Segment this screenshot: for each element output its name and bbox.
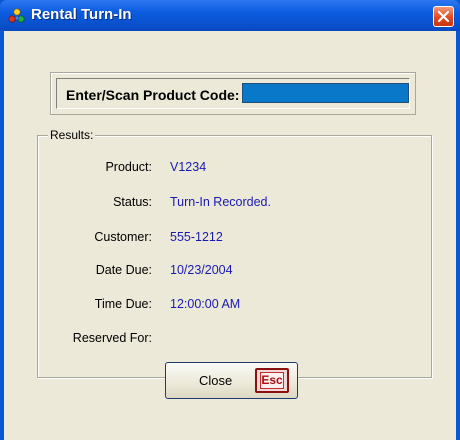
scan-label: Enter/Scan Product Code:: [66, 87, 240, 103]
esc-key-label: Esc: [260, 372, 284, 389]
status-value: Turn-In Recorded.: [170, 195, 271, 209]
close-button[interactable]: Close Esc: [165, 362, 298, 399]
product-value: V1234: [170, 160, 207, 174]
date-due-value: 10/23/2004: [170, 263, 233, 277]
app-icon: [8, 8, 26, 24]
rental-turn-in-window: Rental Turn-In Enter/Scan Product Code: …: [0, 0, 460, 440]
dialog-body: Enter/Scan Product Code: Results: Produc…: [4, 31, 456, 440]
x-close-icon: [438, 11, 449, 22]
window-close-button[interactable]: [433, 6, 454, 27]
window-title: Rental Turn-In: [31, 6, 132, 23]
time-due-label: Time Due:: [94, 297, 152, 311]
customer-value: 555-1212: [170, 230, 223, 244]
customer-label: Customer:: [94, 230, 152, 244]
reserved-for-label: Reserved For:: [72, 331, 152, 345]
close-button-label: Close: [199, 373, 233, 388]
scan-panel: Enter/Scan Product Code:: [56, 78, 410, 109]
product-label: Product:: [105, 160, 152, 174]
esc-key-icon: Esc: [255, 368, 289, 393]
product-code-input[interactable]: [242, 83, 409, 103]
results-legend: Results:: [48, 128, 96, 142]
date-due-label: Date Due:: [95, 263, 152, 277]
scan-group: Enter/Scan Product Code:: [50, 72, 416, 115]
title-bar[interactable]: Rental Turn-In: [0, 0, 460, 31]
time-due-value: 12:00:00 AM: [170, 297, 241, 311]
status-label: Status:: [113, 195, 152, 209]
results-group: Results: Product: V1234 Status: Turn-In …: [37, 128, 432, 378]
